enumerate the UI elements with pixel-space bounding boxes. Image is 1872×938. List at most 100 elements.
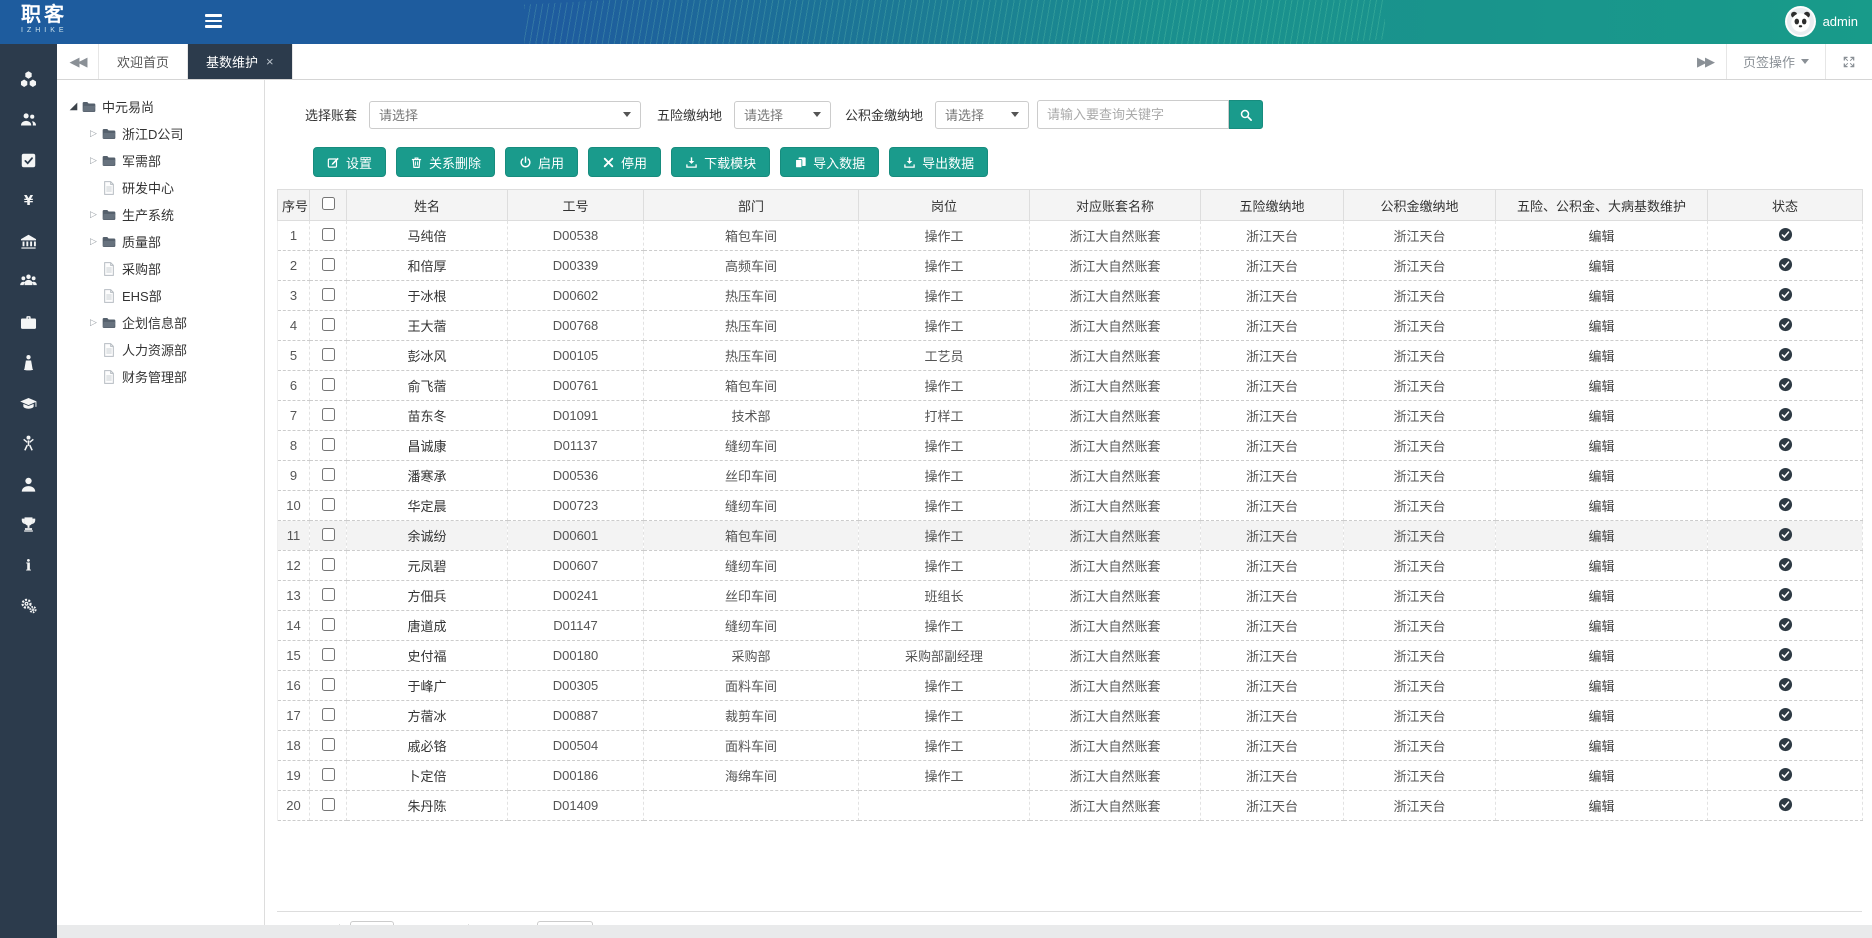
row-checkbox[interactable] [322,498,335,511]
tree-collapse-icon[interactable]: ◢ [67,101,80,112]
page-size-select[interactable]: 20 [537,921,593,925]
row-checkbox[interactable] [322,468,335,481]
row-checkbox[interactable] [322,438,335,451]
page-number-input[interactable] [350,921,394,925]
toolbar-button-x[interactable]: 停用 [588,147,661,177]
sidebar-bank-nav[interactable] [18,231,40,251]
row-checkbox[interactable] [322,648,335,661]
next-page-button[interactable]: ▶▶ [479,921,503,925]
edit-link[interactable]: 编辑 [1588,649,1614,664]
edit-link[interactable]: 编辑 [1588,379,1614,394]
tree-node-5[interactable]: ▷生产系统 [63,201,258,228]
row-checkbox[interactable] [322,408,335,421]
menu-toggle-icon[interactable] [205,14,225,31]
insurance-place-select[interactable]: 请选择 [734,101,831,129]
sidebar-team-nav[interactable] [18,272,40,292]
toolbar-button-power[interactable]: 启用 [505,147,578,177]
edit-link[interactable]: 编辑 [1588,799,1614,814]
tree-expand-icon[interactable]: ▷ [87,155,100,166]
toolbar-button-export[interactable]: 导出数据 [889,147,988,177]
tree-node-2[interactable]: ▷浙江D公司 [63,120,258,147]
sidebar-users-nav[interactable] [18,110,40,130]
row-checkbox[interactable] [322,588,335,601]
edit-link[interactable]: 编辑 [1588,469,1614,484]
sidebar-check-square-nav[interactable] [18,150,40,170]
row-checkbox[interactable] [322,738,335,751]
tree-node-1[interactable]: ◢中元易尚 [63,93,258,120]
prev-page-button[interactable]: ◀◀ [305,921,329,925]
row-checkbox[interactable] [322,708,335,721]
edit-link[interactable]: 编辑 [1588,769,1614,784]
row-checkbox[interactable] [322,258,335,271]
row-checkbox[interactable] [322,378,335,391]
sidebar-podium-nav[interactable] [18,353,40,373]
row-checkbox[interactable] [322,558,335,571]
edit-link[interactable]: 编辑 [1588,739,1614,754]
edit-link[interactable]: 编辑 [1588,409,1614,424]
edit-link[interactable]: 编辑 [1588,559,1614,574]
sidebar-user-nav[interactable] [18,474,40,494]
brand-logo[interactable]: 职客 IZHIKE [14,5,68,34]
edit-link[interactable]: 编辑 [1588,709,1614,724]
row-checkbox[interactable] [322,678,335,691]
keyword-search-input[interactable] [1037,100,1229,129]
tree-node-8[interactable]: EHS部 [63,282,258,309]
row-checkbox[interactable] [322,318,335,331]
sidebar-briefcase-nav[interactable] [18,312,40,332]
tree-expand-icon[interactable]: ▷ [87,236,100,247]
first-page-button[interactable]: |◀ [281,921,305,925]
row-checkbox[interactable] [322,348,335,361]
edit-link[interactable]: 编辑 [1588,499,1614,514]
row-checkbox[interactable] [322,618,335,631]
tree-node-4[interactable]: 研发中心 [63,174,258,201]
tabs-scroll-left-button[interactable]: ◀◀ [57,44,99,79]
edit-link[interactable]: 编辑 [1588,439,1614,454]
toolbar-button-download[interactable]: 下载模块 [671,147,770,177]
edit-link[interactable]: 编辑 [1588,349,1614,364]
fullscreen-button[interactable] [1825,44,1872,79]
tree-expand-icon[interactable]: ▷ [87,317,100,328]
tree-expand-icon[interactable]: ▷ [87,209,100,220]
account-select[interactable]: 请选择 [369,101,641,129]
sidebar-yen-nav[interactable]: ¥ [18,191,40,211]
edit-link[interactable]: 编辑 [1588,319,1614,334]
edit-link[interactable]: 编辑 [1588,229,1614,244]
tree-expand-icon[interactable]: ▷ [87,128,100,139]
edit-link[interactable]: 编辑 [1588,589,1614,604]
edit-link[interactable]: 编辑 [1588,289,1614,304]
tree-node-9[interactable]: ▷企划信息部 [63,309,258,336]
row-checkbox[interactable] [322,528,335,541]
sidebar-info-nav[interactable]: i [18,555,40,575]
tabs-scroll-right-button[interactable]: ▶▶ [1684,44,1726,79]
tree-node-10[interactable]: 人力资源部 [63,336,258,363]
search-button[interactable] [1229,100,1263,129]
tab-operations-dropdown[interactable]: 页签操作 [1726,44,1825,79]
tab-2[interactable]: 基数维护× [188,44,293,79]
toolbar-button-edit[interactable]: 设置 [313,147,386,177]
tree-node-7[interactable]: 采购部 [63,255,258,282]
select-all-checkbox[interactable] [322,197,335,210]
sidebar-graduation-nav[interactable] [18,393,40,413]
edit-link[interactable]: 编辑 [1588,679,1614,694]
row-checkbox[interactable] [322,228,335,241]
edit-link[interactable]: 编辑 [1588,259,1614,274]
sidebar-gears-nav[interactable] [18,596,40,616]
fund-place-select[interactable]: 请选择 [935,101,1029,129]
user-avatar[interactable] [1785,6,1816,37]
sidebar-cubes-nav[interactable] [18,69,40,89]
tab-1[interactable]: 欢迎首页 [99,44,188,79]
sidebar-cheer-nav[interactable] [18,434,40,454]
tree-node-6[interactable]: ▷质量部 [63,228,258,255]
last-page-button[interactable]: ▶| [503,921,527,925]
toolbar-button-trash[interactable]: 关系删除 [396,147,495,177]
edit-link[interactable]: 编辑 [1588,529,1614,544]
row-checkbox[interactable] [322,798,335,811]
row-checkbox[interactable] [322,768,335,781]
row-checkbox[interactable] [322,288,335,301]
toolbar-button-import[interactable]: 导入数据 [780,147,879,177]
sidebar-trophy-nav[interactable] [18,515,40,535]
tree-node-3[interactable]: ▷军需部 [63,147,258,174]
close-tab-icon[interactable]: × [266,55,274,68]
tree-node-11[interactable]: 财务管理部 [63,363,258,390]
edit-link[interactable]: 编辑 [1588,619,1614,634]
